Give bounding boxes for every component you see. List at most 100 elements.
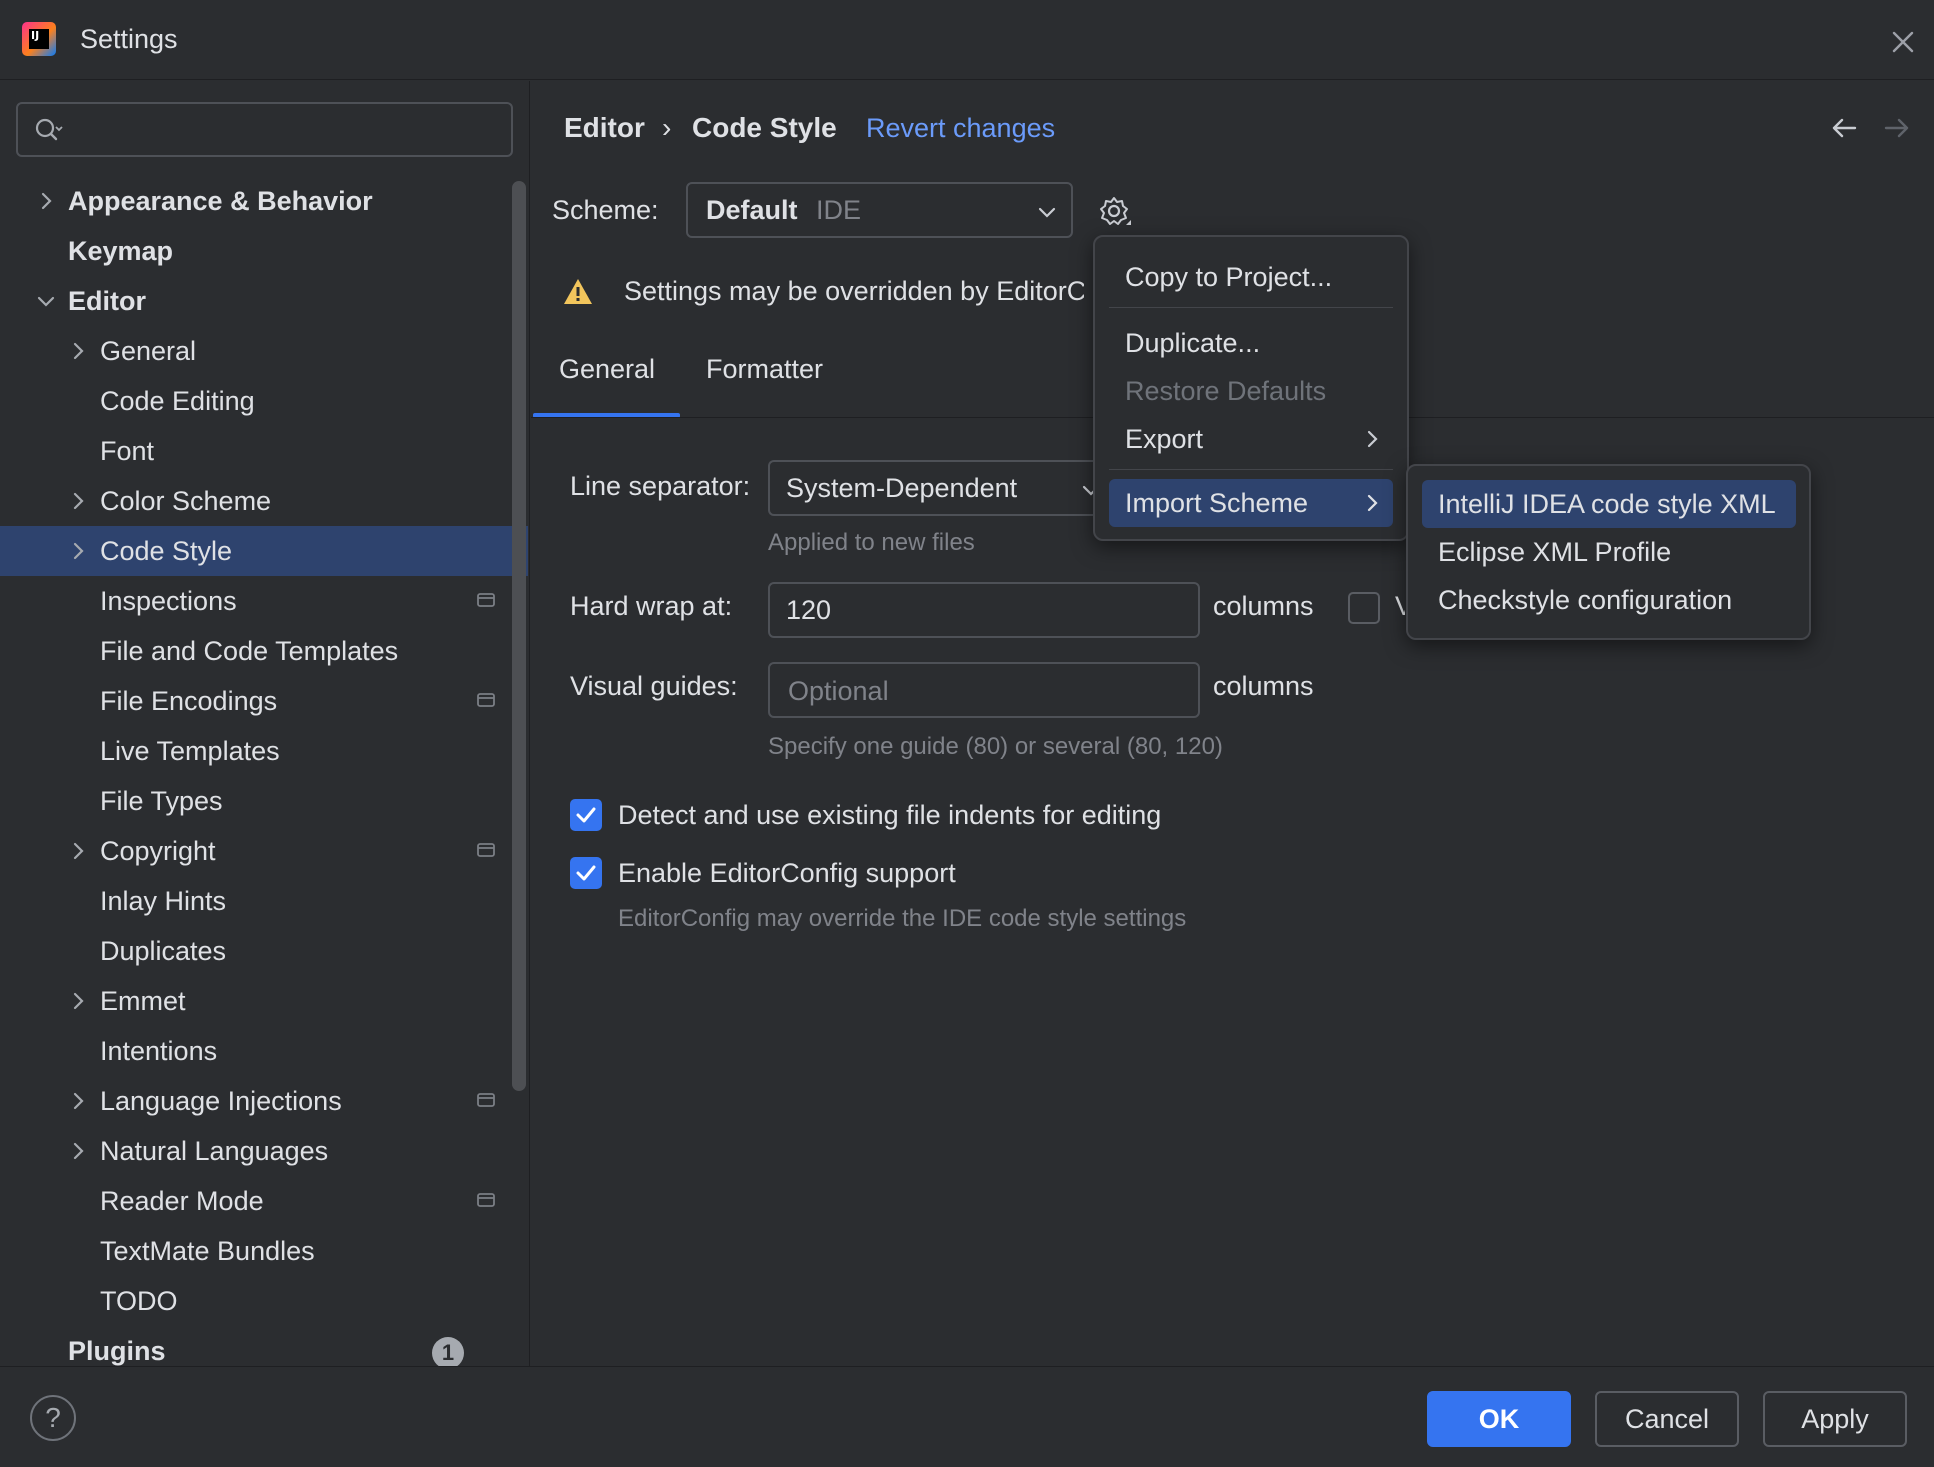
sidebar-scrollbar[interactable] xyxy=(512,181,526,1091)
visual-guides-unit: columns xyxy=(1213,671,1314,701)
revert-changes-link[interactable]: Revert changes xyxy=(866,106,1055,150)
project-level-icon xyxy=(477,693,495,707)
breadcrumb-code-style: Code Style xyxy=(692,112,837,143)
chevron-right-icon[interactable] xyxy=(66,339,90,363)
editorconfig-checkbox[interactable] xyxy=(570,857,602,889)
menu-eclipse-xml[interactable]: Eclipse XML Profile xyxy=(1422,528,1796,576)
chevron-right-icon[interactable] xyxy=(34,189,58,213)
sidebar-item-live-templates[interactable]: Live Templates xyxy=(0,726,528,776)
menu-separator xyxy=(1109,469,1393,470)
sidebar-item-inspections[interactable]: Inspections xyxy=(0,576,528,626)
visual-guides-input[interactable]: Optional xyxy=(768,662,1200,718)
editorconfig-label[interactable]: Enable EditorConfig support xyxy=(618,853,956,893)
scheme-actions-menu: Copy to Project... Duplicate... Restore … xyxy=(1093,235,1409,541)
sidebar-item-appearance-behavior[interactable]: Appearance & Behavior xyxy=(0,176,528,226)
menu-export-label: Export xyxy=(1125,424,1204,454)
sidebar-item-label: Font xyxy=(100,436,155,466)
sidebar-item-file-and-code-templates[interactable]: File and Code Templates xyxy=(0,626,528,676)
line-separator-label: Line separator: xyxy=(570,471,751,501)
sidebar-item-font[interactable]: Font xyxy=(0,426,528,476)
sidebar-item-code-style[interactable]: Code Style xyxy=(0,526,528,576)
sidebar-item-label: Intentions xyxy=(100,1036,218,1066)
back-arrow-icon[interactable] xyxy=(1827,111,1861,145)
menu-checkstyle[interactable]: Checkstyle configuration xyxy=(1422,576,1796,624)
chevron-down-icon xyxy=(1038,207,1056,218)
menu-import-scheme[interactable]: Import Scheme xyxy=(1109,479,1393,527)
visual-guides-label: Visual guides: xyxy=(570,671,738,701)
menu-intellij-xml[interactable]: IntelliJ IDEA code style XML xyxy=(1422,480,1796,528)
menu-separator xyxy=(1109,307,1393,308)
scheme-dropdown[interactable]: Default IDE xyxy=(686,182,1073,238)
sidebar-item-language-injections[interactable]: Language Injections xyxy=(0,1076,528,1126)
sidebar-item-duplicates[interactable]: Duplicates xyxy=(0,926,528,976)
wrap-on-typing-label: V xyxy=(1395,591,1405,621)
sidebar-item-label: TODO xyxy=(100,1286,178,1316)
help-button[interactable]: ? xyxy=(30,1395,76,1441)
chevron-right-icon xyxy=(1367,494,1378,512)
sidebar-item-label: File and Code Templates xyxy=(100,636,399,666)
sidebar-item-label: Duplicates xyxy=(100,936,227,966)
ok-button[interactable]: OK xyxy=(1427,1391,1571,1447)
detect-indents-checkbox[interactable] xyxy=(570,799,602,831)
sidebar-item-file-encodings[interactable]: File Encodings xyxy=(0,676,528,726)
chevron-right-icon xyxy=(1367,430,1378,448)
cancel-button[interactable]: Cancel xyxy=(1595,1391,1739,1447)
sidebar-item-label: Live Templates xyxy=(100,736,280,766)
sidebar-item-todo[interactable]: TODO xyxy=(0,1276,528,1326)
chevron-right-icon[interactable] xyxy=(66,989,90,1013)
sidebar-item-editor[interactable]: Editor xyxy=(0,276,528,326)
chevron-down-icon[interactable] xyxy=(34,289,58,313)
scheme-value: Default xyxy=(706,195,798,225)
gear-icon[interactable] xyxy=(1096,193,1134,231)
tab-formatter[interactable]: Formatter xyxy=(706,349,823,389)
forward-arrow-icon[interactable] xyxy=(1880,111,1914,145)
scheme-label: Scheme: xyxy=(552,195,659,225)
menu-copy-to-project[interactable]: Copy to Project... xyxy=(1109,253,1393,301)
detect-indents-label[interactable]: Detect and use existing file indents for… xyxy=(618,795,1161,835)
sidebar-item-label: File Encodings xyxy=(100,686,278,716)
sidebar-item-label: Keymap xyxy=(68,236,174,266)
sidebar-item-label: Emmet xyxy=(100,986,186,1016)
chevron-right-icon[interactable] xyxy=(66,539,90,563)
project-level-icon xyxy=(477,1193,495,1207)
sidebar-item-inlay-hints[interactable]: Inlay Hints xyxy=(0,876,528,926)
line-separator-dropdown[interactable]: System-Dependent xyxy=(768,460,1108,516)
sidebar-item-label: Code Editing xyxy=(100,386,255,416)
hard-wrap-input[interactable]: 120 xyxy=(768,582,1200,638)
sidebar-item-reader-mode[interactable]: Reader Mode xyxy=(0,1176,528,1226)
sidebar-item-general[interactable]: General xyxy=(0,326,528,376)
sidebar-item-copyright[interactable]: Copyright xyxy=(0,826,528,876)
project-level-icon xyxy=(477,593,495,607)
apply-button[interactable]: Apply xyxy=(1763,1391,1907,1447)
sidebar-item-intentions[interactable]: Intentions xyxy=(0,1026,528,1076)
checkmark-icon xyxy=(576,865,596,881)
sidebar-item-keymap[interactable]: Keymap xyxy=(0,226,528,276)
settings-search-input[interactable] xyxy=(16,102,513,157)
import-scheme-submenu: IntelliJ IDEA code style XML Eclipse XML… xyxy=(1406,464,1811,640)
sidebar-item-emmet[interactable]: Emmet xyxy=(0,976,528,1026)
sidebar-item-label: Reader Mode xyxy=(100,1186,264,1216)
chevron-right-icon[interactable] xyxy=(66,1139,90,1163)
chevron-right-icon[interactable] xyxy=(66,489,90,513)
wrap-on-typing-checkbox[interactable] xyxy=(1348,592,1380,624)
project-level-icon xyxy=(477,1093,495,1107)
sidebar-item-label: Color Scheme xyxy=(100,486,272,516)
chevron-right-icon[interactable] xyxy=(66,839,90,863)
chevron-right-icon[interactable] xyxy=(66,1089,90,1113)
checkmark-icon xyxy=(576,807,596,823)
sidebar-item-textmate-bundles[interactable]: TextMate Bundles xyxy=(0,1226,528,1276)
tab-general[interactable]: General xyxy=(559,349,655,389)
editorconfig-warning-text: Settings may be overridden by EditorC xyxy=(624,276,1084,306)
breadcrumb-editor[interactable]: Editor xyxy=(564,106,645,150)
close-icon[interactable] xyxy=(1885,24,1921,60)
sidebar-item-natural-languages[interactable]: Natural Languages xyxy=(0,1126,528,1176)
warning-icon xyxy=(564,279,592,304)
hard-wrap-label: Hard wrap at: xyxy=(570,591,733,621)
project-level-icon xyxy=(477,843,495,857)
menu-export[interactable]: Export xyxy=(1109,415,1393,463)
sidebar-item-label: Editor xyxy=(68,286,146,316)
sidebar-item-color-scheme[interactable]: Color Scheme xyxy=(0,476,528,526)
sidebar-item-code-editing[interactable]: Code Editing xyxy=(0,376,528,426)
menu-duplicate[interactable]: Duplicate... xyxy=(1109,319,1393,367)
sidebar-item-file-types[interactable]: File Types xyxy=(0,776,528,826)
